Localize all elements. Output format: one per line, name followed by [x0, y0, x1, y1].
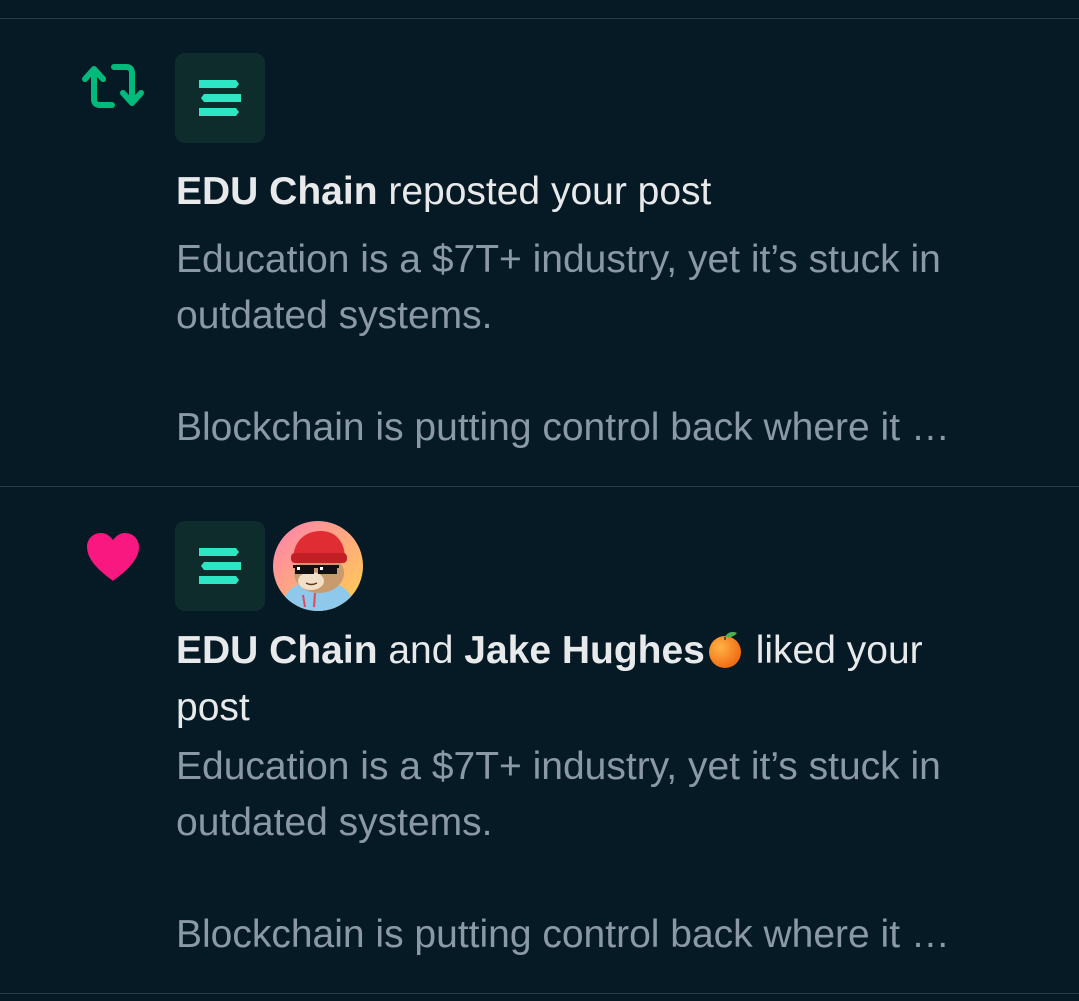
jake-hughes-avatar: [273, 521, 363, 611]
preview-line-1: Education is a $7T+ industry, yet it’s s…: [176, 238, 941, 281]
action-text-cont: post: [176, 686, 250, 729]
avatar-edu-chain[interactable]: [175, 521, 265, 611]
preview-line-1: Education is a $7T+ industry, yet it’s s…: [176, 745, 941, 788]
notification-headline: EDU Chain and Jake Hughes liked your post: [176, 622, 1036, 736]
edu-chain-logo: [175, 53, 265, 143]
notification-like[interactable]: EDU Chain and Jake Hughes liked your post…: [0, 487, 1079, 993]
heart-icon: [87, 533, 139, 581]
action-text: liked your: [744, 629, 923, 672]
preview-line-2: outdated systems.: [176, 801, 493, 844]
preview-line-3: Blockchain is putting control back where…: [176, 913, 950, 956]
tangerine-emoji: [708, 632, 741, 668]
avatar-edu-chain[interactable]: [175, 53, 265, 143]
preview-line-2: outdated systems.: [176, 294, 493, 337]
avatar-jake-hughes[interactable]: [273, 521, 363, 611]
edu-chain-logo: [175, 521, 265, 611]
actor-name-link[interactable]: Jake Hughes: [464, 629, 705, 672]
actor-name-link[interactable]: EDU Chain: [176, 170, 378, 213]
bottom-divider: [0, 993, 1079, 994]
post-preview[interactable]: Education is a $7T+ industry, yet it’s s…: [176, 232, 1046, 456]
repost-icon: [82, 64, 144, 108]
notification-headline: EDU Chain reposted your post: [176, 163, 1036, 220]
actor-name-link[interactable]: EDU Chain: [176, 629, 378, 672]
preview-line-3: Blockchain is putting control back where…: [176, 406, 950, 449]
post-preview[interactable]: Education is a $7T+ industry, yet it’s s…: [176, 739, 1046, 963]
action-text: reposted your post: [377, 170, 712, 213]
notification-repost[interactable]: EDU Chain reposted your post Education i…: [0, 19, 1079, 486]
conjunction-text: and: [377, 629, 465, 672]
